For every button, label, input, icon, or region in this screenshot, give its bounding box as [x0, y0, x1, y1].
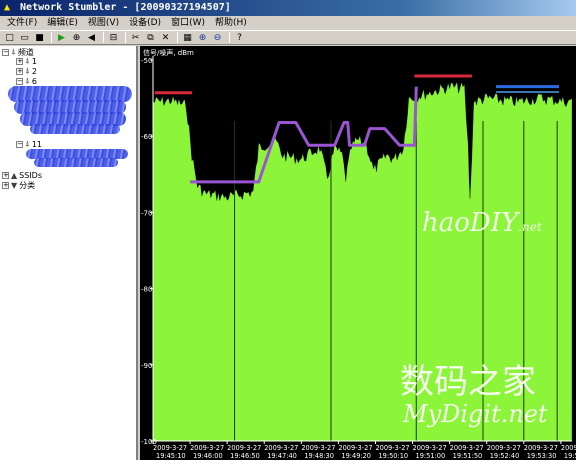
x-tick-date: 2009-3-27: [153, 444, 187, 452]
x-tick-date: 2009-3-27: [227, 444, 261, 452]
tree-node-label: 分类: [19, 180, 36, 190]
toolbar: □ ▭ ■ ▶ ⊕ ◀ ⊟ ✂ ⧉ ✕ ▦ ⊕ ⊖?: [0, 30, 576, 45]
tree-node-channel-2[interactable]: + ⍋ 2: [16, 66, 37, 76]
x-tick-date: 2009-3-27: [450, 444, 484, 452]
tree-node-label: 2: [31, 66, 37, 76]
x-tick-time: 19:51:00: [416, 452, 446, 460]
signal-chart-pane[interactable]: 信号/噪声, dBm -50 -60 -70 -80 -90 -100 2009-3-27 19…: [140, 46, 576, 460]
network-stumbler-window: ▲ Network Stumbler - [20090327194507] 文件…: [0, 0, 576, 460]
tree-node-filters[interactable]: + ▼ 分类: [2, 180, 35, 190]
auto-config-icon[interactable]: ⊕: [70, 32, 83, 44]
title-bar[interactable]: ▲ Network Stumbler - [20090327194507]: [0, 0, 576, 16]
channel-tree[interactable]: − ⍋ 频道 + ⍋ 1 + ⍋ 2 − ⍋ 6 − ⍋ 11 + ▲ SSID…: [0, 46, 138, 460]
grid-icon[interactable]: ▦: [181, 32, 194, 44]
x-tick-time: 19:51:50: [453, 452, 483, 460]
redacted-scribble: [30, 124, 120, 134]
y-tick-label: -60: [141, 133, 152, 141]
antenna-icon: ⍋: [25, 76, 30, 85]
x-tick-time: 19:50:10: [378, 452, 408, 460]
open-folder-icon[interactable]: ▭: [18, 32, 31, 44]
signal-area: [152, 81, 573, 442]
toolbar-separator: [177, 32, 178, 43]
app-icon: ▲: [4, 2, 11, 13]
signal-bars-icon: ▲: [11, 170, 18, 180]
x-tick-date: 2009-3-27: [561, 444, 576, 452]
tree-node-label: 6: [31, 76, 37, 86]
x-tick-date: 2009-3-27: [375, 444, 409, 452]
save-icon[interactable]: ■: [33, 32, 46, 44]
signal-chart: 信号/噪声, dBm-50-60-70-80-90-1002009-3-2719…: [141, 48, 576, 460]
menu-bar: 文件(F) 编辑(E) 视图(V) 设备(D) 窗口(W) 帮助(H): [0, 16, 576, 30]
y-axis-label: 信号/噪声, dBm: [143, 48, 194, 57]
tree-node-label: SSIDs: [19, 170, 42, 180]
zoom-out-icon[interactable]: ⊖: [211, 32, 224, 44]
delete-icon[interactable]: ✕: [159, 32, 172, 44]
y-tick-label: -70: [141, 209, 152, 217]
tree-expander[interactable]: +: [2, 181, 9, 189]
play-icon[interactable]: ▶: [55, 32, 68, 44]
menu-window[interactable]: 窗口(W): [166, 16, 210, 30]
tree-expander[interactable]: +: [16, 57, 23, 65]
redacted-scribble: [34, 158, 118, 167]
x-tick-date: 2009-3-27: [487, 444, 521, 452]
tree-expander[interactable]: +: [2, 171, 9, 179]
y-tick-label: -80: [141, 286, 152, 294]
menu-view[interactable]: 视图(V): [83, 16, 124, 30]
toolbar-separator: [103, 32, 104, 43]
x-tick-date: 2009-3-27: [301, 444, 335, 452]
tree-node-channel-11[interactable]: − ⍋ 11: [16, 139, 42, 149]
toolbar-separator: [125, 32, 126, 43]
toolbar-separator: [229, 32, 230, 43]
menu-file[interactable]: 文件(F): [2, 16, 42, 30]
cut-icon[interactable]: ✂: [129, 32, 142, 44]
antenna-icon: ⍋: [25, 139, 30, 148]
window-title: Network Stumbler - [20090327194507]: [20, 2, 231, 13]
tree-node-label: 1: [31, 56, 37, 66]
copy-icon[interactable]: ⧉: [144, 32, 157, 44]
filter-funnel-icon: ▼: [11, 180, 18, 190]
x-tick-date: 2009-3-27: [413, 444, 447, 452]
menu-device[interactable]: 设备(D): [124, 16, 166, 30]
tree-expander[interactable]: −: [16, 77, 23, 85]
help-icon[interactable]: ?: [233, 32, 246, 44]
x-tick-time: 19:47:40: [267, 452, 297, 460]
tree-expander[interactable]: +: [16, 67, 23, 75]
x-tick-time: 19:53:30: [527, 452, 557, 460]
antenna-icon: ⍋: [25, 66, 30, 75]
speaker-icon[interactable]: ◀: [85, 32, 98, 44]
zoom-in-icon[interactable]: ⊕: [196, 32, 209, 44]
toolbar-separator: [51, 32, 52, 43]
x-tick-date: 2009-3-27: [264, 444, 298, 452]
x-tick-time: 19:49:20: [341, 452, 371, 460]
x-tick-date: 2009-3-27: [338, 444, 372, 452]
x-tick-time: 19:52:40: [490, 452, 520, 460]
tree-node-label: 11: [31, 139, 42, 149]
menu-edit[interactable]: 编辑(E): [42, 16, 83, 30]
x-tick-time: 19:46:50: [230, 452, 260, 460]
antenna-icon: ⍋: [25, 56, 30, 65]
x-tick-date: 2009-3-27: [524, 444, 558, 452]
x-tick-time: 19:45:10: [156, 452, 186, 460]
tree-node-channel-6[interactable]: − ⍋ 6: [16, 76, 37, 86]
y-tick-label: -90: [141, 362, 152, 370]
x-tick-date: 2009-3-27: [190, 444, 224, 452]
x-tick-time: 19:54:20: [564, 452, 576, 460]
tree-node-ssids[interactable]: + ▲ SSIDs: [2, 170, 42, 180]
tree-node-channel-1[interactable]: + ⍋ 1: [16, 56, 37, 66]
x-tick-time: 19:46:00: [193, 452, 223, 460]
x-tick-time: 19:48:30: [304, 452, 334, 460]
menu-help[interactable]: 帮助(H): [210, 16, 252, 30]
tree-expander[interactable]: −: [16, 140, 23, 148]
y-tick-label: -50: [141, 57, 152, 65]
new-file-icon[interactable]: □: [3, 32, 16, 44]
tree-toggle-icon[interactable]: ⊟: [107, 32, 120, 44]
tree-expander[interactable]: −: [2, 48, 9, 56]
